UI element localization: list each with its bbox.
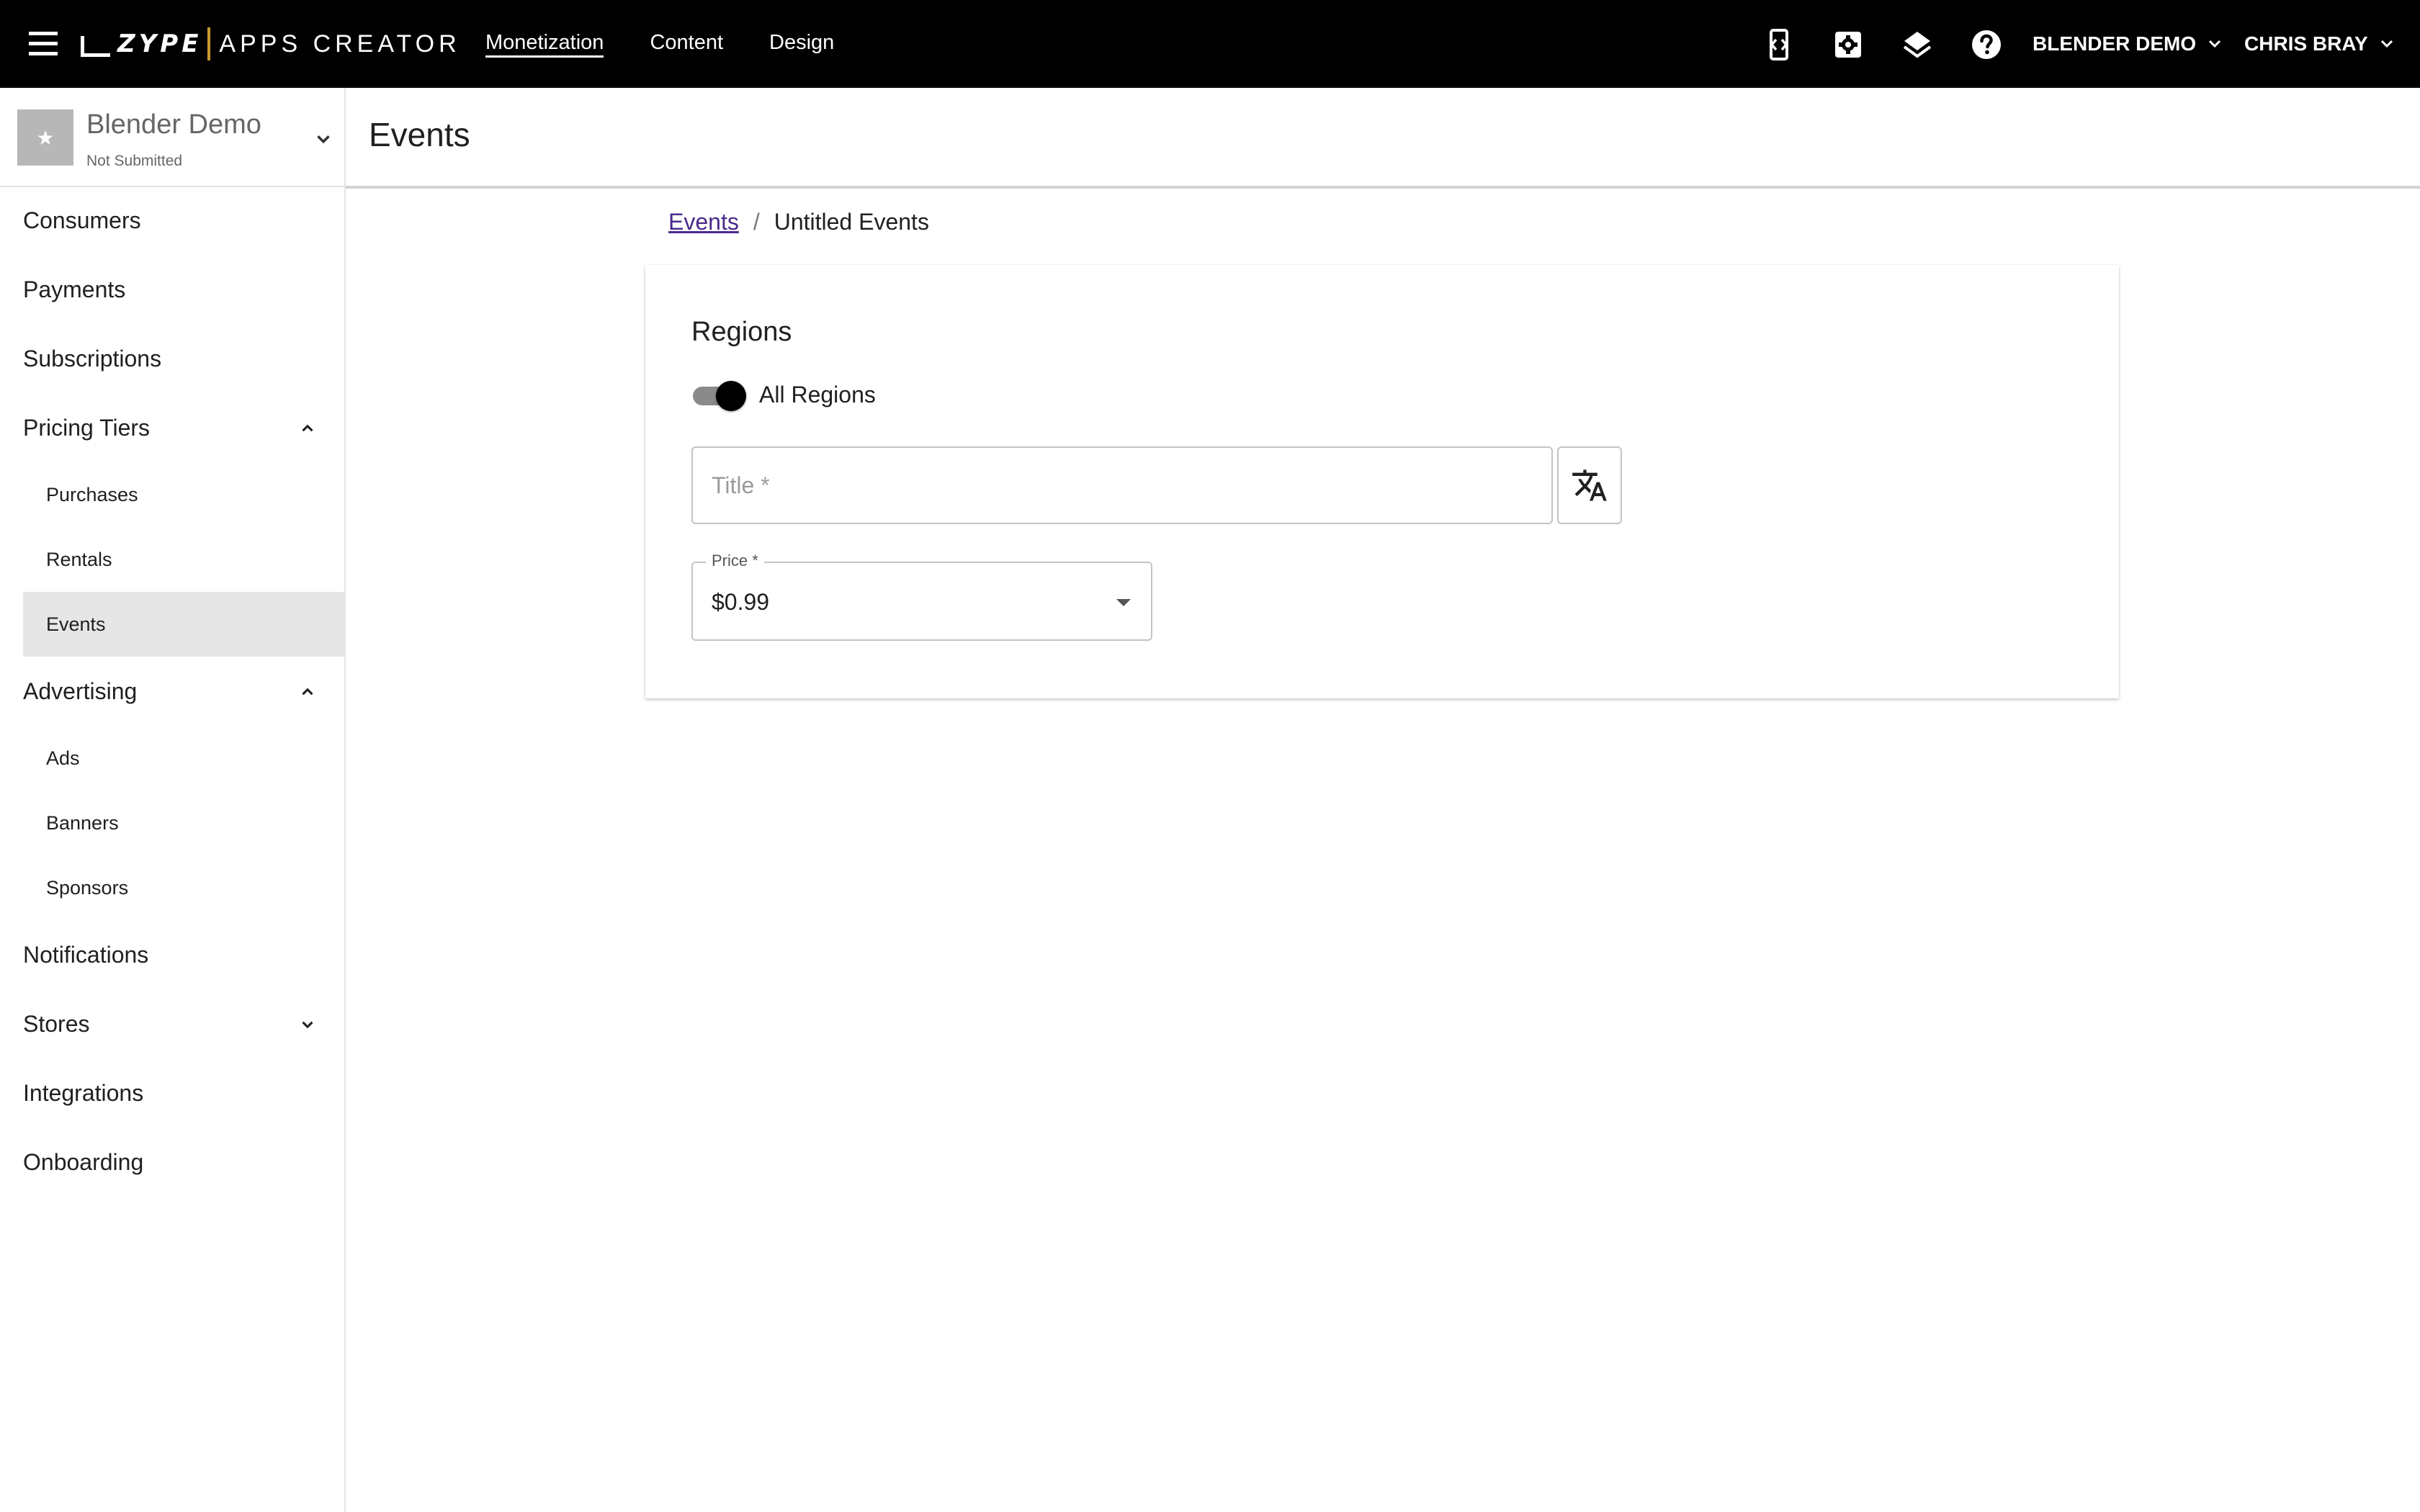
sidebar-item-notifications[interactable]: Notifications [0, 920, 344, 989]
breadcrumb: Events / Untitled Events [668, 209, 929, 235]
star-icon: ★ [36, 126, 55, 149]
app-root: ZYPE APPS CREATOR Monetization Content D… [0, 0, 2420, 1512]
app-switcher[interactable]: ★ Blender Demo Not Submitted [0, 88, 344, 187]
chevron-down-icon [2380, 40, 2393, 48]
breadcrumb-current: Untitled Events [774, 209, 929, 235]
sidebar-item-label: Subscriptions [23, 345, 162, 372]
user-menu-dropdown[interactable]: CHRIS BRAY [2244, 0, 2396, 88]
sidebar: ★ Blender Demo Not Submitted Consumers P… [0, 88, 346, 1512]
sidebar-item-label: Notifications [23, 941, 149, 968]
title-input[interactable] [693, 448, 1551, 523]
help-icon[interactable] [1969, 27, 2004, 62]
mobile-code-icon[interactable] [1762, 27, 1796, 62]
all-regions-label: All Regions [759, 382, 876, 408]
sidebar-item-integrations[interactable]: Integrations [0, 1058, 344, 1128]
sidebar-item-ads[interactable]: Ads [0, 726, 344, 791]
sidebar-item-label: Pricing Tiers [23, 414, 151, 441]
top-bar: ZYPE APPS CREATOR Monetization Content D… [0, 0, 2420, 88]
sidebar-item-advertising[interactable]: Advertising [0, 657, 344, 726]
layers-icon[interactable] [1900, 27, 1935, 62]
sidebar-nav: Consumers Payments Subscriptions Pricing… [0, 186, 344, 1197]
menu-icon[interactable] [29, 32, 58, 56]
nav-content[interactable]: Content [650, 31, 723, 58]
logo-product-name: APPS CREATOR [219, 30, 461, 58]
price-label: Price * [706, 552, 764, 570]
chevron-down-icon [317, 135, 330, 144]
chevron-up-icon [302, 424, 313, 432]
price-select[interactable]: Price * $0.99 [691, 552, 1152, 641]
sidebar-item-label: Purchases [46, 483, 138, 505]
price-value: $0.99 [712, 589, 770, 615]
sidebar-item-events[interactable]: Events [23, 592, 344, 657]
sidebar-item-banners[interactable]: Banners [0, 791, 344, 855]
user-menu-label: CHRIS BRAY [2244, 32, 2368, 55]
title-field[interactable] [691, 446, 1553, 524]
nav-monetization[interactable]: Monetization [485, 31, 604, 58]
sidebar-item-label: Rentals [46, 548, 112, 570]
sidebar-item-label: Banners [46, 811, 119, 834]
app-name: Blender Demo [86, 109, 261, 140]
translate-icon [1572, 469, 1607, 501]
sidebar-item-stores[interactable]: Stores [0, 989, 344, 1058]
app-status: Not Submitted [86, 153, 183, 169]
regions-card: Regions All Regions Price * $0.99 [645, 265, 2119, 698]
page-header: Events [346, 88, 2420, 189]
sidebar-item-onboarding[interactable]: Onboarding [0, 1128, 344, 1197]
sidebar-item-label: Payments [23, 276, 126, 302]
zype-apps-creator-logo[interactable]: ZYPE APPS CREATOR [81, 26, 461, 62]
chevron-down-icon [2209, 40, 2221, 48]
sidebar-item-consumers[interactable]: Consumers [0, 186, 344, 255]
sidebar-item-label: Sponsors [46, 876, 129, 899]
chevron-down-icon [302, 1021, 313, 1029]
translate-button[interactable] [1557, 446, 1622, 524]
logo-divider [207, 27, 211, 60]
sidebar-item-label: Integrations [23, 1079, 144, 1106]
breadcrumb-separator: / [753, 209, 760, 235]
sidebar-item-sponsors[interactable]: Sponsors [0, 855, 344, 920]
dropdown-arrow-icon [1116, 599, 1131, 606]
sidebar-item-subscriptions[interactable]: Subscriptions [0, 324, 344, 393]
all-regions-toggle[interactable] [691, 380, 748, 412]
app-selector-label: BLENDER DEMO [2033, 32, 2197, 55]
sidebar-item-label: Advertising [23, 678, 138, 704]
app-selector-dropdown[interactable]: BLENDER DEMO [2033, 0, 2223, 88]
app-thumbnail: ★ [17, 109, 73, 166]
sidebar-item-label: Consumers [23, 207, 141, 233]
sidebar-item-purchases[interactable]: Purchases [0, 462, 344, 527]
top-navigation: Monetization Content Design [485, 0, 880, 88]
sidebar-item-pricing-tiers[interactable]: Pricing Tiers [0, 393, 344, 462]
sidebar-item-label: Onboarding [23, 1148, 144, 1175]
sidebar-item-label: Ads [46, 747, 80, 769]
sidebar-item-rentals[interactable]: Rentals [0, 527, 344, 592]
settings-icon[interactable] [1831, 27, 1865, 62]
regions-heading: Regions [691, 317, 792, 347]
sidebar-item-label: Stores [23, 1010, 90, 1037]
logo-wordmark: ZYPE [117, 30, 202, 58]
breadcrumb-events-link[interactable]: Events [668, 209, 739, 235]
page-title: Events [369, 116, 470, 153]
toggle-thumb [716, 381, 746, 411]
sidebar-item-label: Events [46, 613, 106, 635]
sidebar-item-payments[interactable]: Payments [0, 255, 344, 324]
chevron-up-icon [302, 688, 313, 696]
nav-design[interactable]: Design [769, 31, 834, 58]
logo-bracket-icon [81, 35, 110, 57]
